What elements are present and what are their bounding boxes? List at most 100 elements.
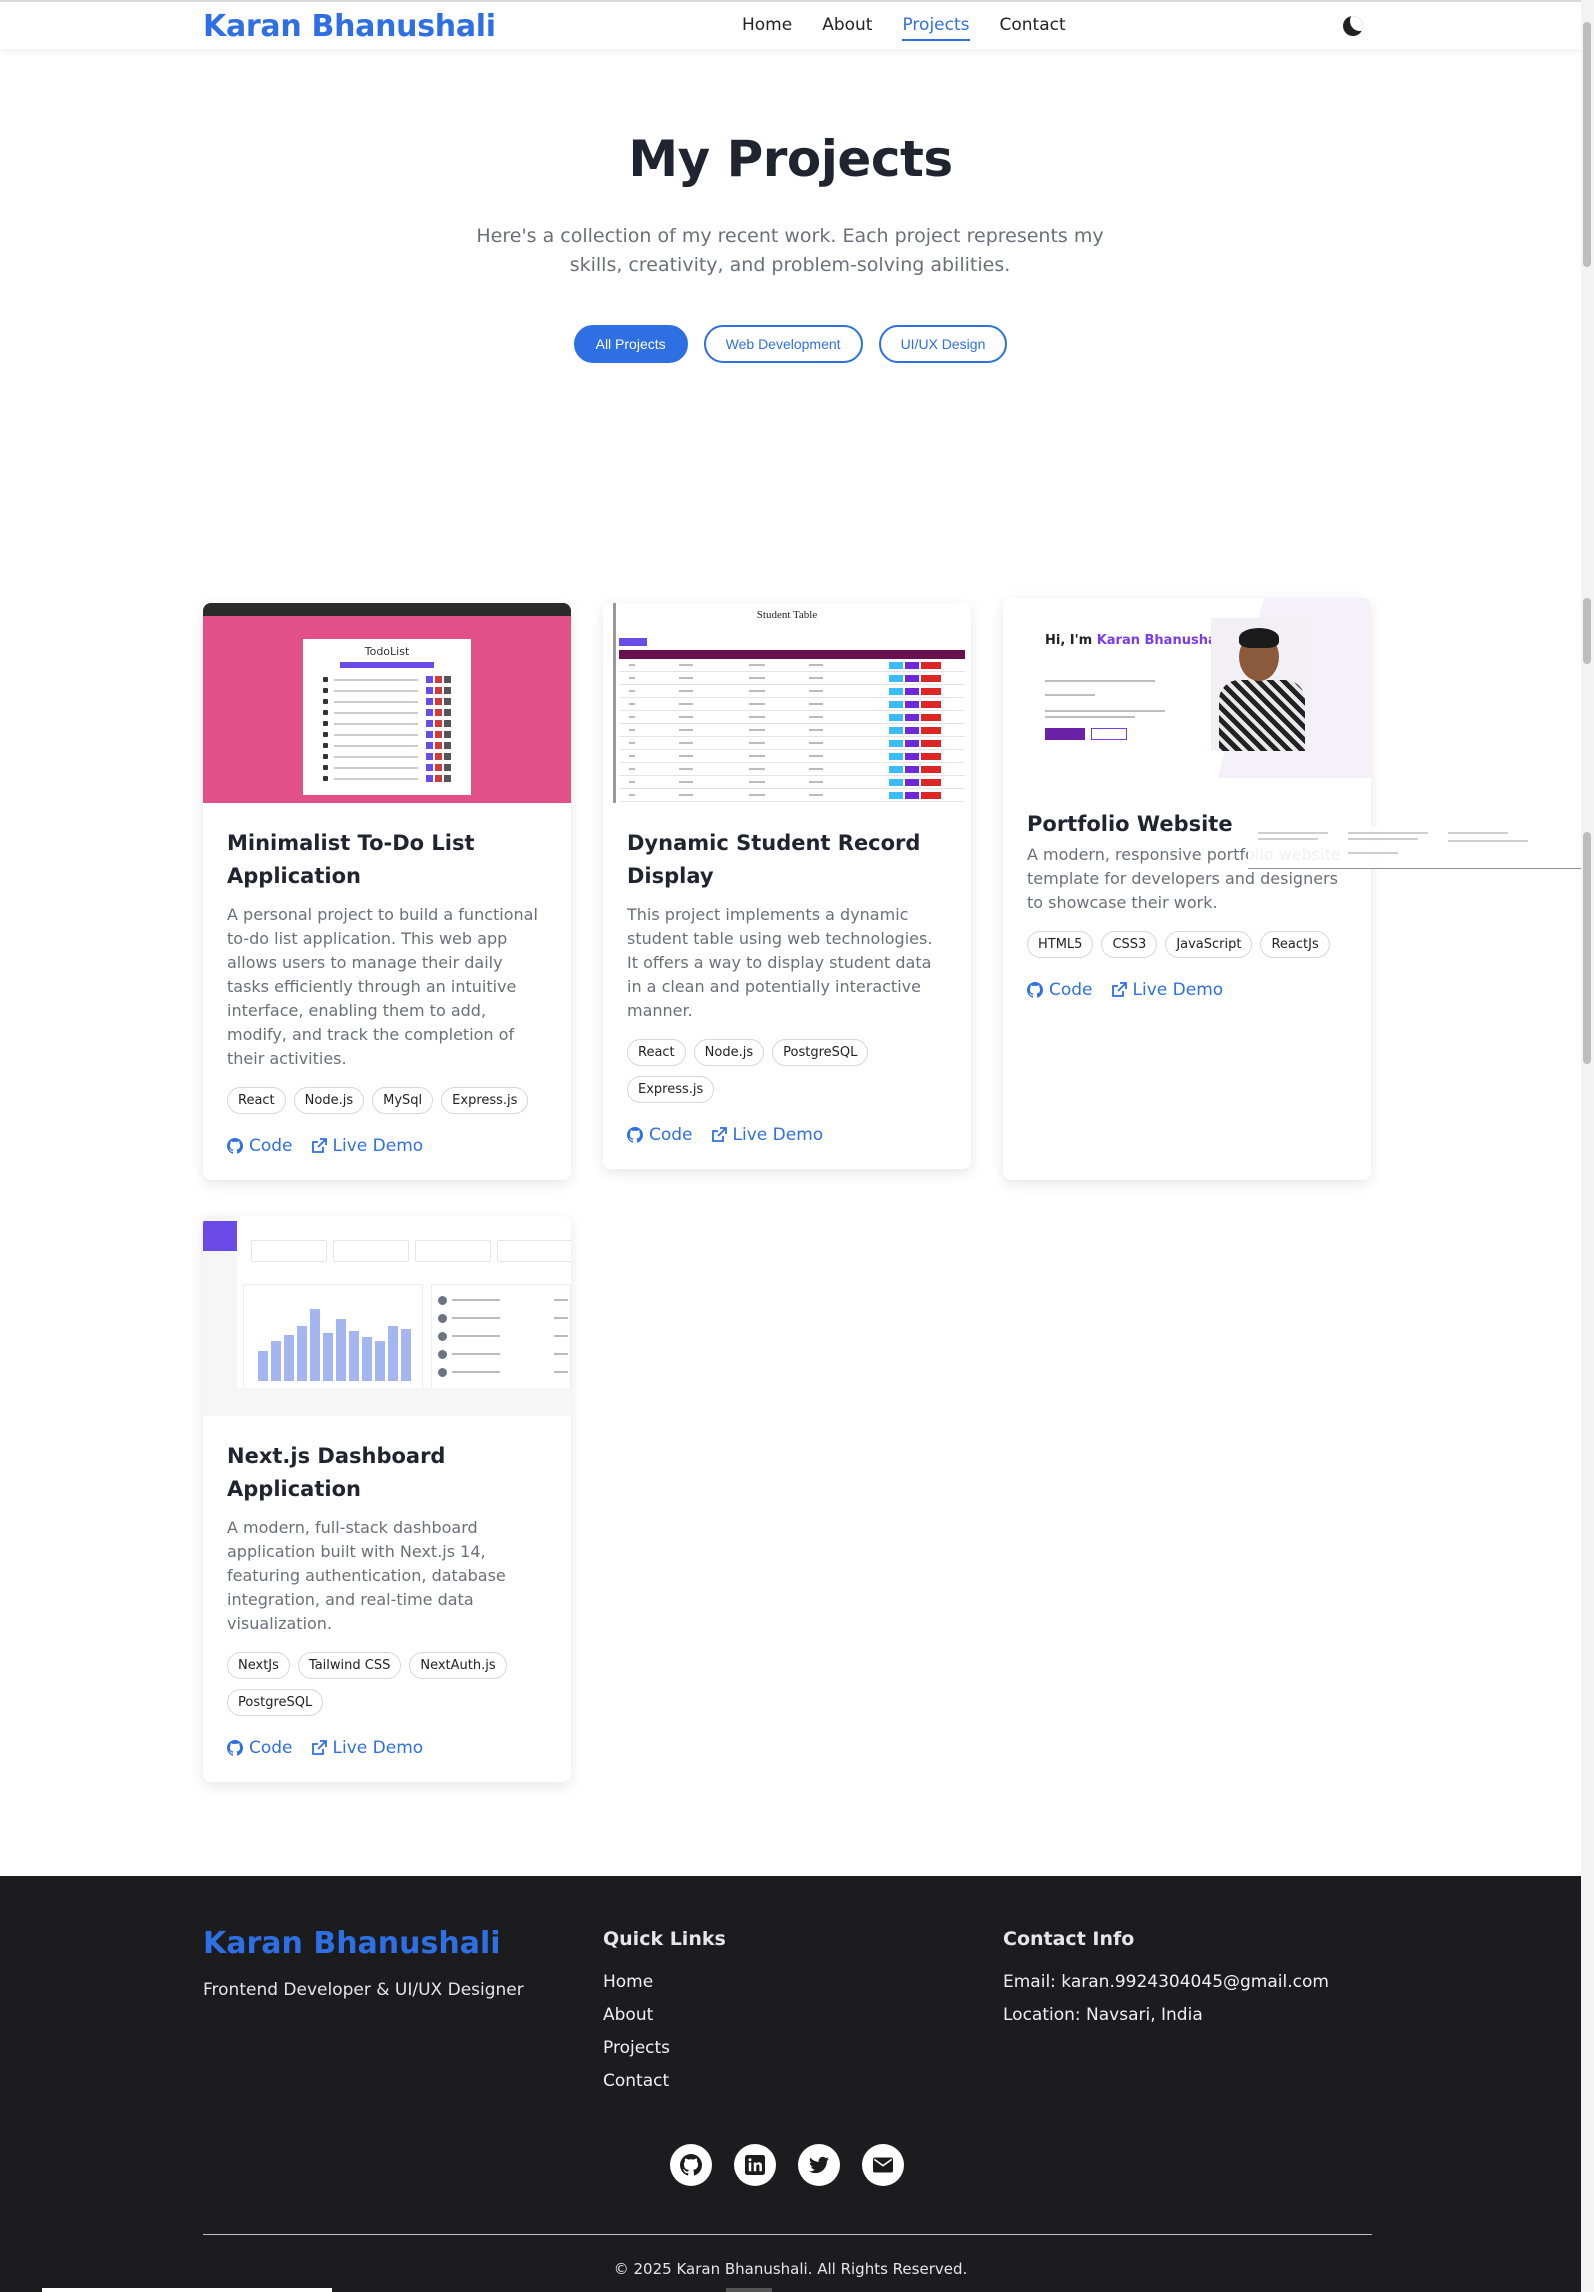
tech-tag: JavaScript [1165, 931, 1253, 958]
tech-tag: Node.js [693, 1039, 765, 1066]
thumbnail-chart-bar [271, 1341, 281, 1381]
footer-link-projects[interactable]: Projects [603, 2038, 670, 2059]
live-demo-link[interactable]: Live Demo [311, 1738, 423, 1758]
thumbnail-table-row [619, 789, 965, 802]
thumbnail-table-row [619, 711, 965, 724]
project-description: A personal project to build a functional… [227, 905, 538, 1068]
code-link[interactable]: Code [627, 1125, 693, 1145]
scrollbar-thumb-secondary[interactable] [1583, 598, 1591, 664]
envelope-icon[interactable] [862, 2144, 904, 2186]
thumbnail-chart-bar [349, 1331, 359, 1381]
code-label: Code [1049, 980, 1093, 1000]
thumbnail-chart-bar [310, 1309, 320, 1381]
thumbnail-greeting: Hi, I'm Karan Bhanushali [1045, 633, 1226, 648]
project-thumbnail: Student Table [603, 603, 971, 803]
footer-edge-strip-secondary [726, 2288, 772, 2292]
twitter-icon[interactable] [798, 2144, 840, 2186]
nav-link-projects[interactable]: Projects [902, 15, 970, 41]
thumbnail-chart-bar [375, 1341, 385, 1381]
tech-tags: NextJs Tailwind CSS NextAuth.js PostgreS… [227, 1652, 547, 1716]
filter-all-projects[interactable]: All Projects [573, 325, 688, 363]
thumbnail-chart-bar [284, 1335, 294, 1381]
live-demo-label: Live Demo [732, 1125, 824, 1145]
page-subtitle: Here's a collection of my recent work. E… [476, 225, 1104, 276]
scrollbar-thumb[interactable] [1583, 22, 1591, 267]
footer: Karan Bhanushali Frontend Developer & UI… [0, 1876, 1581, 2292]
thumbnail-list-item [438, 1349, 568, 1361]
thumbnail-chart-bar [336, 1319, 346, 1381]
code-link[interactable]: Code [227, 1738, 293, 1758]
project-thumbnail: TodoList [203, 603, 571, 803]
footer-link-home[interactable]: Home [603, 1972, 670, 1993]
project-title: Minimalist To-Do List Application [227, 831, 475, 888]
contact-location: Location: Navsari, India [1003, 2005, 1203, 2025]
github-icon [227, 1138, 243, 1154]
tech-tag: Express.js [627, 1076, 715, 1103]
scrollbar-thumb-tertiary[interactable] [1583, 832, 1591, 1064]
tech-tag: NextAuth.js [409, 1652, 507, 1679]
tech-tag: PostgreSQL [227, 1689, 324, 1716]
tech-tag: NextJs [227, 1652, 290, 1679]
github-icon [627, 1127, 643, 1143]
live-demo-link[interactable]: Live Demo [1111, 980, 1223, 1000]
code-link[interactable]: Code [227, 1136, 293, 1156]
tech-tag: Express.js [441, 1087, 529, 1114]
footer-brand: Karan Bhanushali [203, 1926, 501, 1961]
thumbnail-table-row [619, 685, 965, 698]
quick-links-heading: Quick Links [603, 1928, 726, 1950]
tech-tag: HTML5 [1027, 931, 1094, 958]
thumbnail-chart-bar [258, 1351, 268, 1381]
scrollbar-track[interactable] [1581, 0, 1594, 2292]
thumbnail-table-row [619, 737, 965, 750]
code-label: Code [249, 1738, 293, 1758]
tech-tags: React Node.js MySql Express.js [227, 1087, 547, 1114]
page-title: My Projects [628, 130, 953, 188]
thumbnail-table-row [619, 763, 965, 776]
thumbnail-table-row [619, 750, 965, 763]
nav-link-contact[interactable]: Contact [1000, 15, 1066, 41]
nav-links: Home About Projects Contact [742, 15, 1096, 41]
navbar: Karan Bhanushali Home About Projects Con… [0, 0, 1581, 49]
project-title: Next.js Dashboard Application [227, 1444, 446, 1501]
external-link-icon [311, 1138, 327, 1153]
nav-link-about[interactable]: About [822, 15, 872, 41]
quick-links: Home About Projects Contact [603, 1972, 670, 2104]
tech-tags: HTML5 CSS3 JavaScript ReactJs [1027, 931, 1347, 958]
thumbnail-list-item [438, 1295, 568, 1307]
tech-tag: React [627, 1039, 686, 1066]
live-demo-label: Live Demo [332, 1136, 424, 1156]
nav-link-home[interactable]: Home [742, 15, 792, 41]
thumbnail-list-item [438, 1367, 568, 1379]
linkedin-icon[interactable] [734, 2144, 776, 2186]
filter-ui-ux-design[interactable]: UI/UX Design [878, 325, 1008, 363]
thumbnail-table-row [619, 698, 965, 711]
social-links [670, 2144, 904, 2186]
external-link-icon [711, 1127, 727, 1142]
filter-web-development[interactable]: Web Development [703, 325, 863, 363]
live-demo-link[interactable]: Live Demo [711, 1125, 824, 1145]
footer-link-about[interactable]: About [603, 2005, 670, 2026]
project-card-todo: TodoList Minimalist To-Do List Applicati… [203, 603, 571, 1180]
github-icon[interactable] [670, 2144, 712, 2186]
tech-tag: Node.js [293, 1087, 365, 1114]
project-description: This project implements a dynamic studen… [627, 905, 933, 1020]
overflow-artifact [1248, 826, 1581, 869]
project-description: A modern, full-stack dashboard applicati… [227, 1518, 506, 1633]
live-demo-link[interactable]: Live Demo [311, 1136, 424, 1156]
tech-tag: Tailwind CSS [297, 1652, 402, 1679]
tech-tag: ReactJs [1260, 931, 1330, 958]
dark-mode-toggle-moon-icon[interactable] [1343, 16, 1363, 36]
thumbnail-chart-bar [362, 1337, 372, 1381]
code-link[interactable]: Code [1027, 980, 1093, 1000]
project-thumbnail [203, 1216, 571, 1416]
code-label: Code [649, 1125, 693, 1145]
external-link-icon [311, 1740, 327, 1755]
code-label: Code [249, 1136, 293, 1156]
nav-brand[interactable]: Karan Bhanushali [203, 9, 496, 44]
thumbnail-table-row [619, 659, 965, 672]
github-icon [1027, 982, 1043, 998]
thumbnail-table-row [619, 724, 965, 737]
footer-divider [203, 2234, 1372, 2235]
footer-link-contact[interactable]: Contact [603, 2071, 670, 2092]
thumbnail-chart-bar [388, 1326, 398, 1381]
